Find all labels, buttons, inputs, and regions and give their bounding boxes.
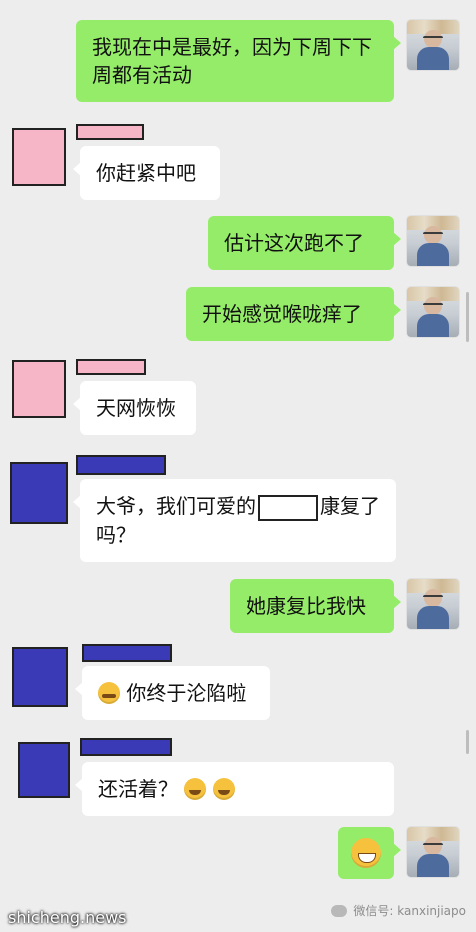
contact-name-redacted — [76, 359, 146, 375]
scrollbar-thumb[interactable] — [466, 730, 469, 754]
message-bubble-sent[interactable] — [338, 827, 401, 879]
contact-avatar-redacted[interactable] — [12, 128, 66, 186]
message-text: 她康复比我快 — [246, 594, 366, 618]
message-bubble-received[interactable]: 天网恢恢 — [73, 381, 196, 435]
grinning-emoji-icon — [351, 838, 381, 868]
redacted-name-box — [258, 494, 318, 521]
message-bubble-received[interactable]: 还活着？ — [75, 762, 394, 816]
contact-name-redacted — [80, 738, 172, 756]
message-bubble-sent[interactable]: 她康复比我快 — [230, 579, 401, 633]
message-text: 我现在中是最好，因为下周下下周都有活动 — [92, 35, 372, 87]
my-avatar[interactable] — [407, 827, 459, 877]
scrollbar-thumb[interactable] — [466, 292, 469, 342]
contact-name-redacted — [82, 644, 172, 662]
message-text: 大爷，我们可爱的 — [96, 494, 256, 518]
rofl-emoji-icon — [184, 778, 207, 800]
message-bubble-received[interactable]: 大爷，我们可爱的 康复了吗？ — [73, 479, 396, 562]
message-text: 天网恢恢 — [96, 396, 176, 420]
my-avatar[interactable] — [407, 287, 459, 337]
contact-name-redacted — [76, 455, 166, 475]
my-avatar[interactable] — [407, 20, 459, 70]
message-text: 你终于沦陷啦 — [126, 681, 247, 705]
my-avatar[interactable] — [407, 216, 459, 266]
chat-area[interactable]: 我现在中是最好，因为下周下下周都有活动 你赶紧中吧 估计这次跑不了 开始感觉喉咙… — [0, 0, 476, 932]
message-text: 还活着？ — [98, 777, 178, 801]
message-bubble-sent[interactable]: 我现在中是最好，因为下周下下周都有活动 — [76, 20, 401, 102]
my-avatar[interactable] — [407, 579, 459, 629]
contact-avatar-redacted[interactable] — [12, 360, 66, 418]
crying-laughing-emoji-icon — [98, 682, 120, 704]
contact-name-redacted — [76, 124, 144, 140]
site-watermark: shicheng.news — [8, 908, 127, 927]
contact-avatar-redacted[interactable] — [18, 742, 70, 798]
contact-avatar-redacted[interactable] — [10, 462, 68, 524]
wechat-icon — [331, 904, 348, 917]
message-text: 你赶紧中吧 — [96, 161, 196, 185]
message-bubble-received[interactable]: 你终于沦陷啦 — [75, 666, 270, 720]
message-bubble-sent[interactable]: 开始感觉喉咙痒了 — [186, 287, 401, 341]
message-text: 开始感觉喉咙痒了 — [202, 302, 362, 326]
contact-avatar-redacted[interactable] — [12, 647, 68, 707]
message-bubble-sent[interactable]: 估计这次跑不了 — [208, 216, 401, 270]
message-text: 估计这次跑不了 — [224, 231, 364, 255]
wechat-watermark: 微信号: kanxinjiapo — [331, 902, 466, 919]
message-bubble-received[interactable]: 你赶紧中吧 — [73, 146, 220, 200]
wechat-id-text: 微信号: kanxinjiapo — [353, 904, 466, 918]
rofl-emoji-icon — [212, 778, 235, 800]
